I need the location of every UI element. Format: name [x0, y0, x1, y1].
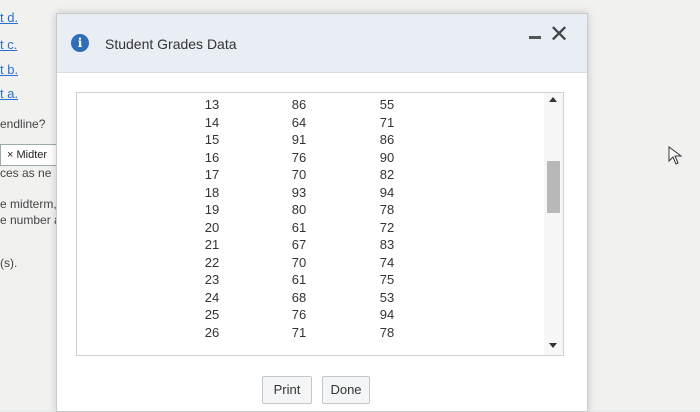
table-cell: 67 — [291, 237, 307, 252]
table-cell: 76 — [291, 149, 307, 165]
table-cell: 83 — [379, 237, 395, 252]
table-row: 20 61 72 — [77, 220, 545, 237]
scroll-up-icon[interactable] — [549, 97, 557, 102]
table-cell: 94 — [379, 184, 395, 200]
table-row: 16 76 90 — [77, 150, 545, 167]
table-cell: 75 — [379, 272, 395, 287]
table-row: 17 70 82 — [77, 167, 545, 184]
table-cell: 76 — [291, 307, 307, 322]
table-cell: 21 — [204, 237, 220, 252]
table-cell: 14 — [204, 114, 220, 130]
table-row: 15 91 86 — [77, 132, 545, 149]
table-cell: 74 — [379, 254, 395, 270]
table-cell: 70 — [291, 167, 307, 182]
student-grades-dialog: i Student Grades Data ✕ 13 86 55 14 64 71 15 91… — [56, 13, 588, 412]
table-cell: 20 — [204, 219, 220, 235]
table-cell: 71 — [291, 324, 307, 340]
table-cell: 78 — [379, 324, 395, 340]
table-cell: 70 — [291, 254, 307, 270]
table-cell: 23 — [204, 272, 220, 287]
table-cell: 78 — [379, 202, 395, 217]
minimize-button[interactable] — [527, 28, 543, 44]
table-cell: 13 — [204, 97, 220, 112]
table-cell: 93 — [291, 184, 307, 200]
table-cell: 16 — [204, 149, 220, 165]
background-text-s: (s). — [0, 256, 18, 270]
mouse-cursor-icon — [668, 146, 683, 165]
background-checkbox-midterm[interactable]: × Midter — [0, 144, 58, 166]
table-cell: 90 — [379, 149, 395, 165]
background-link-c[interactable]: t c. — [0, 37, 17, 52]
background-link-d[interactable]: t d. — [0, 10, 18, 25]
table-cell: 86 — [291, 97, 307, 112]
background-link-a[interactable]: t a. — [0, 86, 18, 101]
table-cell: 71 — [379, 114, 395, 130]
grades-table: 13 86 55 14 64 71 15 91 86 16 76 90 17 70 82 18 93 94 19 80… — [76, 92, 564, 356]
table-cell: 68 — [291, 289, 307, 305]
table-cell: 15 — [204, 132, 220, 147]
table-row: 26 71 78 — [77, 325, 545, 342]
info-icon: i — [71, 34, 89, 52]
table-cell: 64 — [291, 114, 307, 130]
table-cell: 55 — [379, 97, 395, 112]
dialog-title: Student Grades Data — [105, 36, 237, 52]
dialog-header: i Student Grades Data ✕ — [57, 14, 587, 73]
table-cell: 80 — [291, 202, 307, 217]
table-scrollbar[interactable] — [544, 93, 563, 355]
table-cell: 24 — [204, 289, 220, 305]
table-row: 24 68 53 — [77, 290, 545, 307]
table-cell: 17 — [204, 167, 220, 182]
table-cell: 61 — [291, 219, 307, 235]
table-cell: 82 — [379, 167, 395, 182]
table-cell: 86 — [379, 132, 395, 147]
done-button[interactable]: Done — [322, 376, 370, 404]
background-text-endline: endline? — [0, 117, 46, 131]
table-cell: 25 — [204, 307, 220, 322]
table-cell: 72 — [379, 219, 395, 235]
minimize-icon — [529, 36, 541, 39]
table-cell: 91 — [291, 132, 307, 147]
table-row: 19 80 78 — [77, 202, 545, 219]
table-cell: 26 — [204, 324, 220, 340]
table-cell: 94 — [379, 307, 395, 322]
table-cell: 22 — [204, 254, 220, 270]
table-row: 14 64 71 — [77, 115, 545, 132]
scroll-thumb[interactable] — [547, 161, 560, 213]
table-row: 22 70 74 — [77, 255, 545, 272]
scroll-down-icon[interactable] — [549, 343, 557, 348]
table-cell: 19 — [204, 202, 220, 217]
background-link-b[interactable]: t b. — [0, 62, 18, 77]
print-button[interactable]: Print — [262, 376, 312, 404]
background-text-midterm: e midterm, — [0, 197, 57, 211]
background-text-ces: ces as ne — [0, 166, 52, 180]
table-cell: 18 — [204, 184, 220, 200]
table-row: 13 86 55 — [77, 97, 545, 114]
table-cell: 53 — [379, 289, 395, 305]
table-cell: 61 — [291, 272, 307, 287]
close-icon: ✕ — [549, 21, 570, 48]
table-row: 25 76 94 — [77, 307, 545, 324]
background-text-number: e number a — [0, 213, 61, 227]
close-button[interactable]: ✕ — [549, 21, 570, 48]
table-row: 21 67 83 — [77, 237, 545, 254]
table-row: 18 93 94 — [77, 185, 545, 202]
background-checkbox-label: × Midter — [7, 149, 48, 161]
table-row: 23 61 75 — [77, 272, 545, 289]
